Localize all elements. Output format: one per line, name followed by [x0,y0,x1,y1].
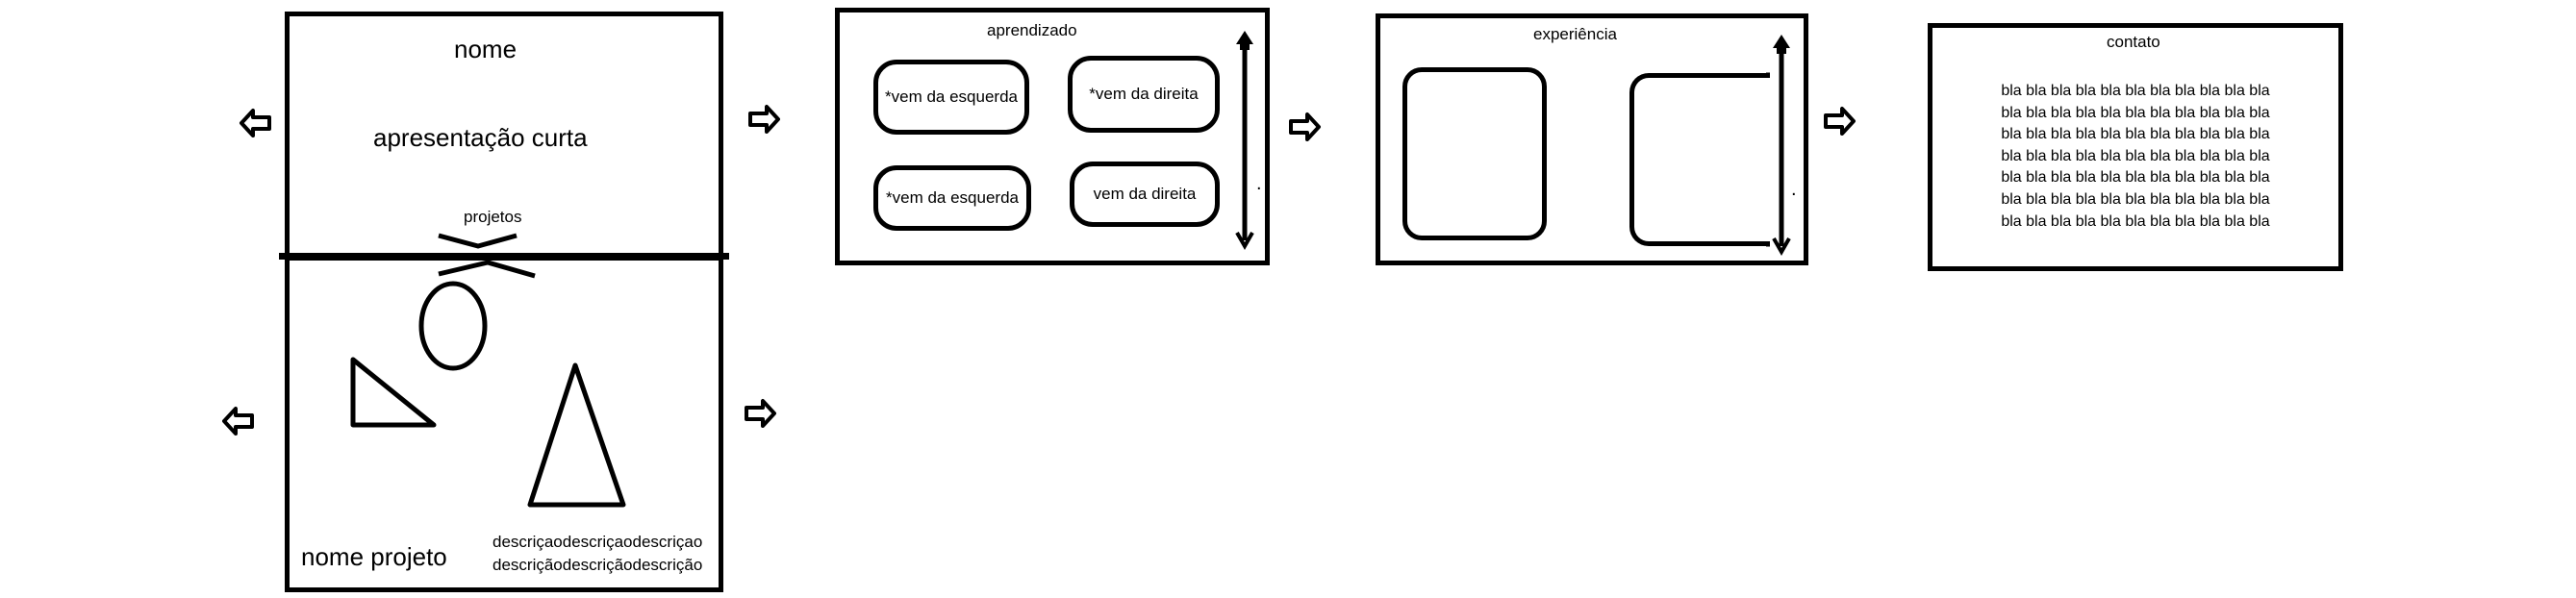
scroll-up-arrow-icon [1773,35,1790,48]
contact-title: contato [2107,33,2160,51]
contact-text-line: bla bla bla bla bla bla bla bla bla bla … [2001,126,2270,143]
contact-text-line: bla bla bla bla bla bla bla bla bla bla … [2001,147,2270,164]
contact-text-line: bla bla bla bla bla bla bla bla bla bla … [2001,212,2270,230]
contact-text-line: bla bla bla bla bla bla bla bla bla bla … [2001,190,2270,208]
contact-text-line: bla bla bla bla bla bla bla bla bla bla … [2001,104,2270,121]
contact-text-line: bla bla bla bla bla bla bla bla bla bla … [2001,169,2270,187]
contact-text-block: bla bla bla bla bla bla bla bla bla bla … [1962,81,2309,233]
contact-text-line: bla bla bla bla bla bla bla bla bla bla … [2001,83,2270,99]
experience-scroll-dot: . [1791,179,1797,200]
